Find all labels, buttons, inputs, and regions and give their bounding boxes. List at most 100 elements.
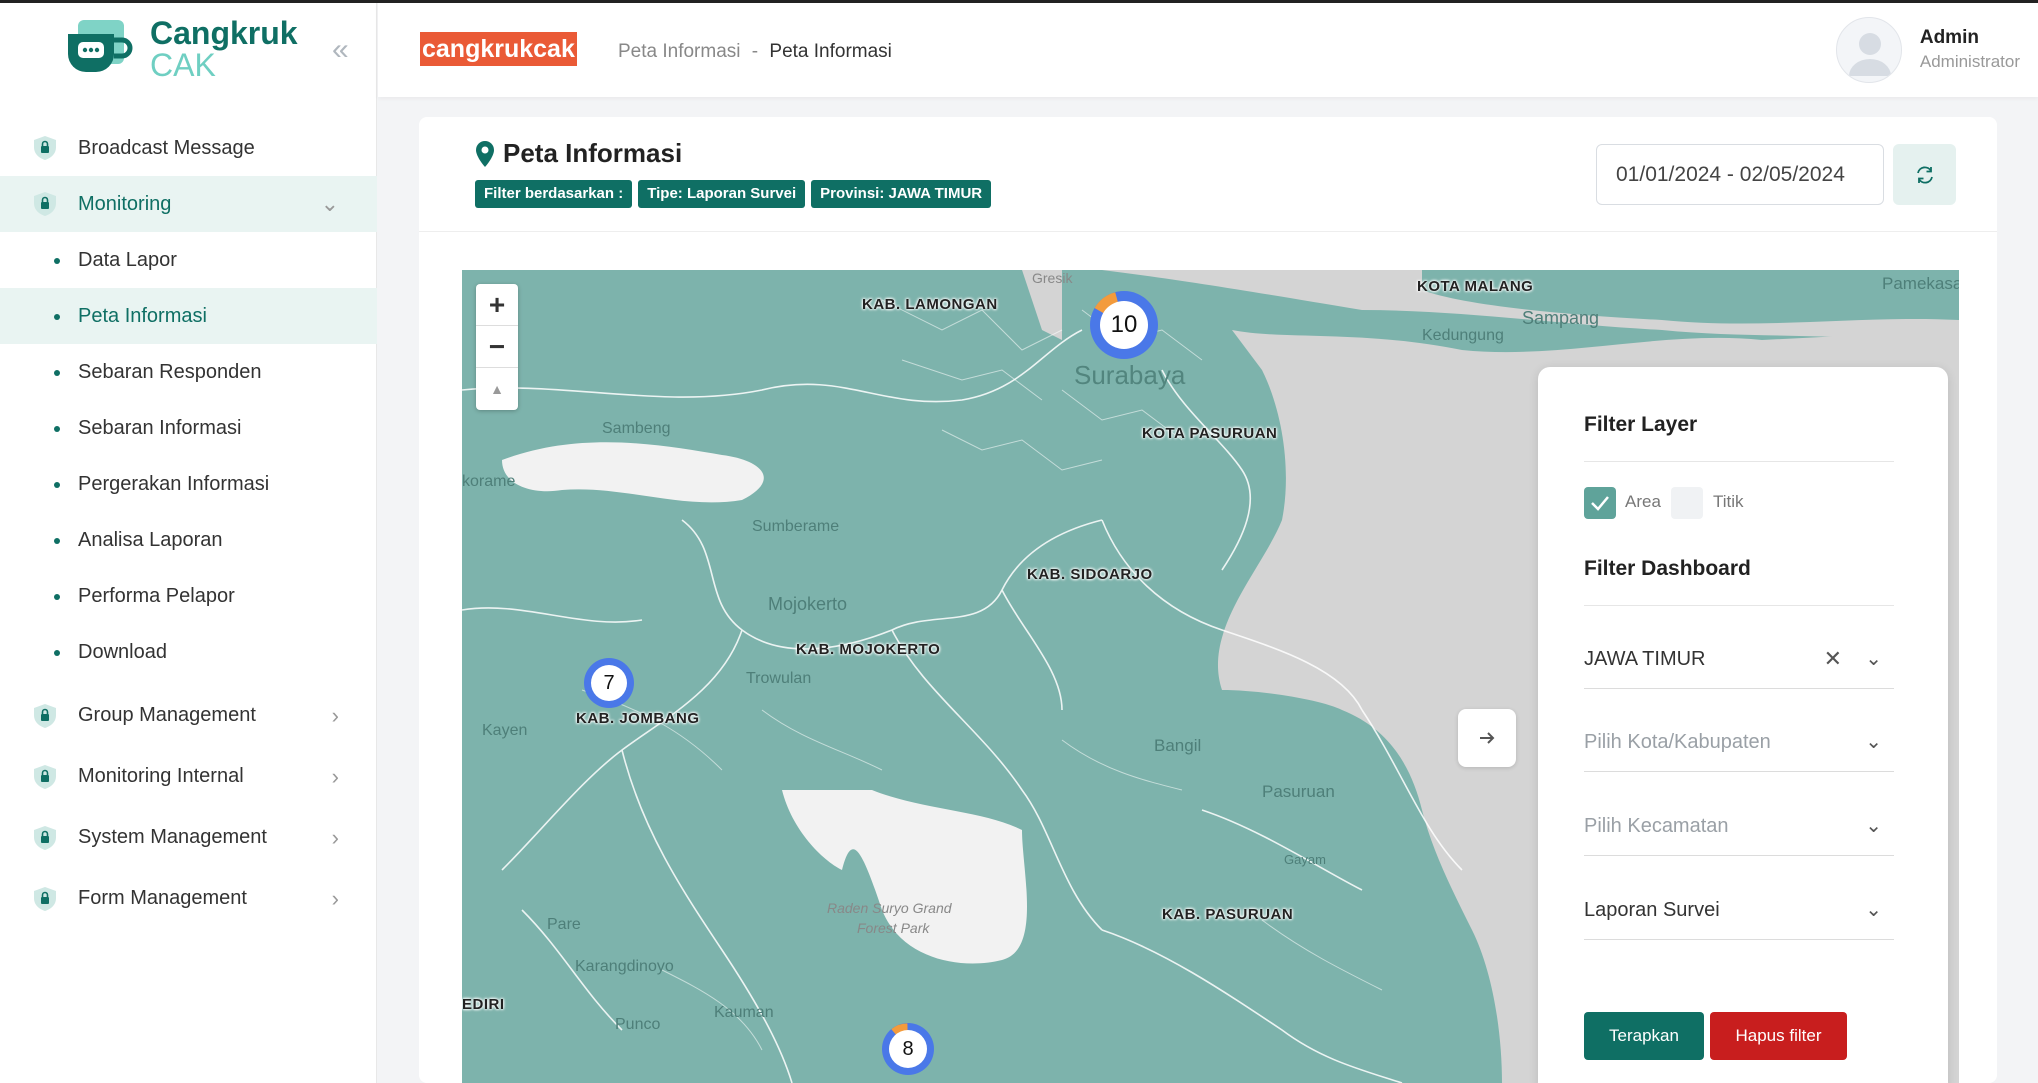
sidebar-subitem-label: Download: [78, 640, 167, 663]
sidebar-subitem-sebaran-responden[interactable]: Sebaran Responden: [0, 344, 377, 400]
brand-label[interactable]: cangkrukcak: [420, 32, 577, 66]
toggle-filter-panel-button[interactable]: [1458, 709, 1516, 767]
province-select[interactable]: JAWA TIMUR ✕ ⌄: [1584, 629, 1894, 689]
clear-filter-button[interactable]: Hapus filter: [1710, 1012, 1847, 1060]
breadcrumb-parent[interactable]: Peta Informasi: [618, 41, 741, 62]
map-cluster-marker[interactable]: 7: [584, 658, 634, 708]
breadcrumb: Peta Informasi - Peta Informasi: [618, 41, 892, 63]
layer-titik-checkbox[interactable]: [1671, 487, 1703, 519]
logo-text-secondary: CAK: [150, 47, 216, 83]
map-cluster-marker[interactable]: 10: [1090, 291, 1158, 359]
map-pin-icon: [476, 140, 494, 167]
sidebar-item-group-management[interactable]: Group Management ›: [0, 685, 377, 746]
zoom-in-button[interactable]: +: [476, 284, 518, 326]
sidebar-subitem-analisa-laporan[interactable]: Analisa Laporan: [0, 512, 377, 568]
map-place-label: Gayam: [1284, 852, 1326, 867]
chevron-down-icon: ⌄: [1865, 731, 1882, 753]
map-region-label: KAB. PASURUAN: [1162, 906, 1294, 923]
sidebar-item-broadcast-message[interactable]: Broadcast Message: [0, 120, 377, 176]
chevron-right-icon: ›: [331, 885, 339, 911]
map-zoom-controls: + − ▲: [476, 284, 518, 410]
chevron-right-icon: ›: [331, 702, 339, 728]
collapse-sidebar-icon[interactable]: «: [332, 35, 349, 65]
sidebar-subitem-sebaran-informasi[interactable]: Sebaran Informasi: [0, 400, 377, 456]
map-place-label: Kauman: [714, 1004, 774, 1021]
map-place-label: Karangdinoyo: [575, 958, 674, 975]
map-place-label: Sambeng: [602, 420, 671, 437]
sidebar-subitem-performa-pelapor[interactable]: Performa Pelapor: [0, 568, 377, 624]
sidebar-item-label: Monitoring Internal: [78, 765, 244, 787]
reset-north-button[interactable]: ▲: [476, 368, 518, 410]
chevron-down-icon: ⌄: [1865, 815, 1882, 837]
city-select[interactable]: Pilih Kota/Kabupaten ⌄: [1584, 712, 1894, 772]
chevron-down-icon: ⌄: [320, 191, 339, 216]
user-name: Admin: [1919, 27, 1979, 48]
sidebar-subitem-label: Performa Pelapor: [78, 584, 235, 607]
sidebar-item-label: Group Management: [78, 704, 256, 726]
map-place-label: korame: [462, 473, 516, 490]
user-menu[interactable]: Admin Administrator: [1835, 17, 2020, 83]
sidebar-item-monitoring-internal[interactable]: Monitoring Internal ›: [0, 746, 377, 807]
district-select-placeholder: Pilih Kecamatan: [1584, 815, 1729, 837]
layer-area-checkbox[interactable]: [1584, 487, 1616, 519]
sidebar-subitem-label: Data Lapor: [78, 248, 177, 271]
app-logo[interactable]: Cangkruk CAK: [62, 17, 298, 81]
avatar[interactable]: [1835, 17, 1902, 83]
province-select-value: JAWA TIMUR: [1584, 648, 1706, 670]
page-title: Peta Informasi: [475, 138, 682, 169]
city-select-placeholder: Pilih Kota/Kabupaten: [1584, 731, 1771, 753]
check-icon: [1591, 496, 1609, 511]
sidebar-subitem-label: Pergerakan Informasi: [78, 472, 270, 495]
map-place-label: Pare: [547, 916, 581, 933]
map-region-label: KAB. LAMONGAN: [862, 296, 998, 313]
sidebar-item-label: System Management: [78, 826, 267, 848]
sidebar-item-system-management[interactable]: System Management ›: [0, 807, 377, 868]
sidebar-item-form-management[interactable]: Form Management ›: [0, 868, 377, 929]
map-place-label: Punco: [615, 1016, 661, 1033]
layer-titik-label: Titik: [1713, 492, 1744, 511]
arrow-right-icon: [1480, 732, 1495, 744]
shield-icon: [34, 136, 56, 160]
top-header: cangkrukcak Peta Informasi - Peta Inform…: [378, 3, 2038, 97]
map-city-label: Surabaya: [1074, 360, 1186, 390]
filter-panel: Filter Layer Area Titik Filter Dashboard…: [1538, 367, 1948, 1083]
refresh-button[interactable]: [1893, 144, 1956, 205]
sidebar-subitem-pergerakan-informasi[interactable]: Pergerakan Informasi: [0, 456, 377, 512]
sidebar-item-label: Broadcast Message: [78, 136, 255, 159]
sidebar-subitem-label: Sebaran Responden: [78, 360, 262, 383]
sidebar-item-label: Monitoring: [78, 192, 172, 215]
date-range-input[interactable]: 01/01/2024 - 02/05/2024: [1596, 144, 1884, 205]
filter-badges: Filter berdasarkan : Tipe: Laporan Surve…: [475, 180, 992, 208]
clear-icon[interactable]: ✕: [1824, 629, 1842, 689]
user-role: Administrator: [1919, 52, 2020, 71]
zoom-out-button[interactable]: −: [476, 326, 518, 368]
sidebar-subitem-peta-informasi[interactable]: Peta Informasi: [0, 288, 377, 344]
apply-filter-button[interactable]: Terapkan: [1584, 1012, 1704, 1060]
map-region-label: KAB. JOMBANG: [576, 710, 700, 727]
map-place-label: Sumberame: [752, 518, 840, 535]
sidebar-subitem-download[interactable]: Download: [0, 624, 377, 680]
sidebar-subitem-data-lapor[interactable]: Data Lapor: [0, 232, 377, 288]
map-place-label: Bangil: [1154, 736, 1202, 755]
refresh-icon: [1916, 166, 1933, 183]
shield-icon: [34, 192, 56, 216]
map-region-label: KOTA PASURUAN: [1142, 425, 1278, 442]
filter-layer-title: Filter Layer: [1584, 413, 1698, 436]
district-select[interactable]: Pilih Kecamatan ⌄: [1584, 796, 1894, 856]
page-title-text: Peta Informasi: [503, 138, 683, 168]
report-type-select[interactable]: Laporan Survei ⌄: [1584, 880, 1894, 940]
filter-badge: Tipe: Laporan Survei: [638, 180, 806, 208]
map-place-label: Pamekasan: [1882, 274, 1959, 293]
map-cluster-marker[interactable]: 8: [882, 1023, 934, 1075]
user-avatar-icon: [1848, 33, 1891, 76]
map-region-label: KAB. SIDOARJO: [1027, 566, 1153, 583]
map-place-label: Raden Suryo Grand: [827, 900, 952, 916]
filter-dashboard-title: Filter Dashboard: [1584, 557, 1751, 580]
filter-badge: Filter berdasarkan :: [475, 180, 633, 208]
map-place-label: Mojokerto: [768, 594, 848, 614]
map-place-label: Forest Park: [857, 920, 930, 936]
chevron-down-icon: ⌄: [1865, 648, 1882, 670]
logo-text-primary: Cangkruk: [150, 15, 298, 51]
sidebar-subitem-label: Sebaran Informasi: [78, 416, 242, 439]
sidebar-item-monitoring[interactable]: Monitoring ⌄: [0, 176, 377, 232]
